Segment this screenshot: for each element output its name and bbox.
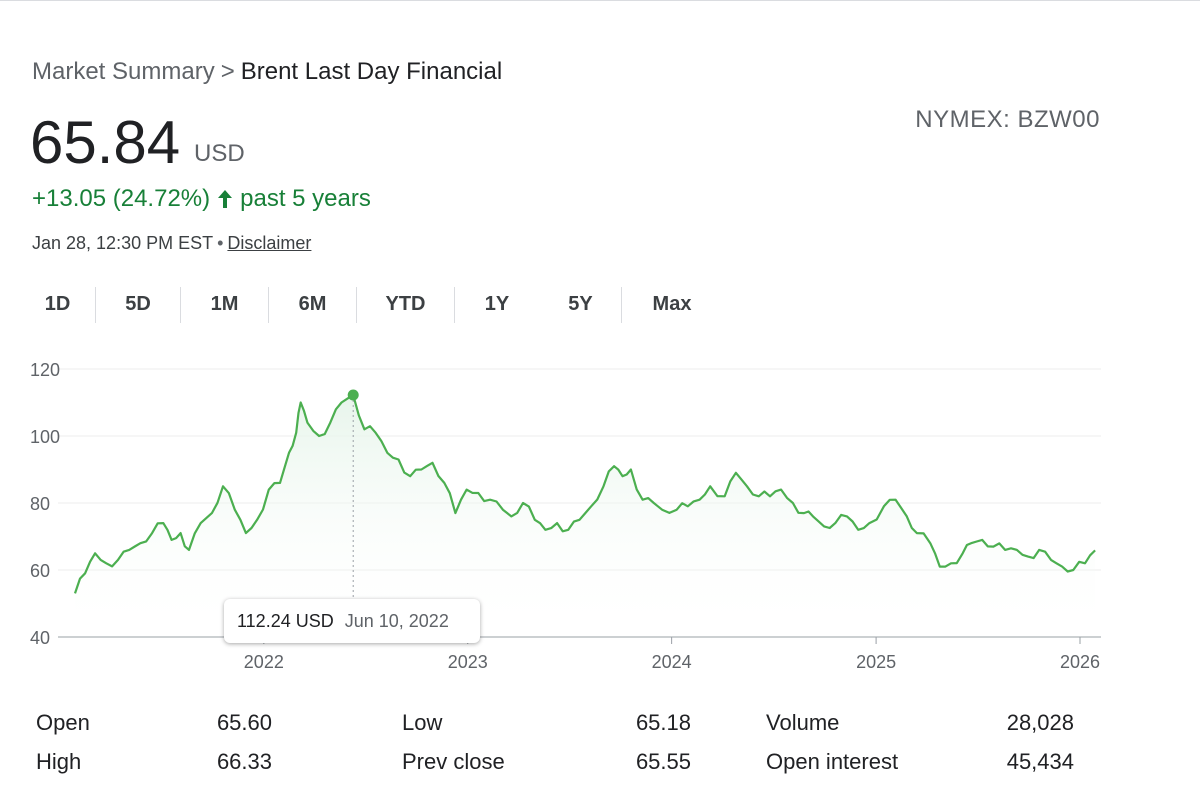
- top-divider: [0, 0, 1200, 1]
- stat-label-prev-close: Prev close: [402, 749, 505, 774]
- stat-label-low: Low: [402, 710, 443, 735]
- y-tick-label: 100: [30, 427, 60, 447]
- timestamp-separator: •: [217, 233, 224, 253]
- y-tick-label: 120: [30, 360, 60, 380]
- range-tabs: 1D 5D 1M 6M YTD 1Y 5Y Max: [20, 282, 722, 328]
- stat-value-high: 66.33: [216, 749, 272, 774]
- tab-6m[interactable]: 6M: [269, 282, 356, 326]
- x-tick-label: 2026: [1060, 652, 1100, 672]
- change-period: past 5 years: [240, 185, 371, 212]
- ticker-symbol: NYMEX: BZW00: [915, 106, 1100, 133]
- y-tick-label: 80: [30, 494, 50, 514]
- disclaimer-link[interactable]: Disclaimer: [227, 233, 311, 253]
- stat-value-low: 65.18: [635, 710, 691, 735]
- tab-5y[interactable]: 5Y: [540, 282, 621, 326]
- y-tick-label: 40: [30, 628, 50, 648]
- breadcrumb-parent[interactable]: Market Summary: [32, 58, 215, 85]
- chart-tooltip: 112.24 USD Jun 10, 2022: [224, 599, 480, 643]
- tab-5d[interactable]: 5D: [96, 282, 180, 326]
- stat-value-volume: 28,028: [1006, 710, 1074, 735]
- stat-label-volume: Volume: [766, 710, 840, 735]
- breadcrumb-current: Brent Last Day Financial: [240, 58, 503, 85]
- tab-1m[interactable]: 1M: [181, 282, 268, 326]
- tooltip-date: Jun 10, 2022: [344, 610, 449, 631]
- stat-value-open-interest: 45,434: [1006, 749, 1074, 774]
- tooltip-value: 112.24 USD: [237, 610, 334, 631]
- breadcrumb-separator: >: [220, 58, 235, 85]
- price-change: +13.05 (24.72%) past 5 years: [32, 185, 371, 213]
- x-tick-label: 2025: [856, 652, 896, 672]
- stat-value-prev-close: 65.55: [635, 749, 691, 774]
- x-tick-label: 2023: [448, 652, 488, 672]
- stat-value-open: 65.60: [216, 710, 272, 735]
- x-tick-label: 2024: [652, 652, 692, 672]
- current-price: 65.84: [30, 109, 181, 176]
- x-tick-label: 2022: [244, 652, 284, 672]
- stat-label-high: High: [36, 749, 82, 774]
- tab-1d[interactable]: 1D: [20, 282, 95, 326]
- tab-1y[interactable]: 1Y: [455, 282, 539, 326]
- timestamp: Jan 28, 12:30 PM EST • Disclaimer: [32, 233, 311, 254]
- timestamp-text: Jan 28, 12:30 PM EST: [32, 233, 214, 253]
- arrow-up-icon: [218, 190, 233, 208]
- tab-max[interactable]: Max: [622, 282, 722, 326]
- price-chart[interactable]: 40 60 80 100 120 2022 2023 2024 2025 2026: [0, 350, 1200, 680]
- y-tick-label: 60: [30, 561, 50, 581]
- breadcrumb: Market Summary > Brent Last Day Financial: [32, 58, 502, 86]
- stat-label-open: Open: [36, 710, 90, 735]
- change-value: +13.05 (24.72%): [32, 185, 211, 212]
- tab-ytd[interactable]: YTD: [357, 282, 454, 326]
- highlight-point: [347, 389, 359, 401]
- stat-label-open-interest: Open interest: [766, 749, 899, 774]
- price-currency: USD: [194, 140, 245, 167]
